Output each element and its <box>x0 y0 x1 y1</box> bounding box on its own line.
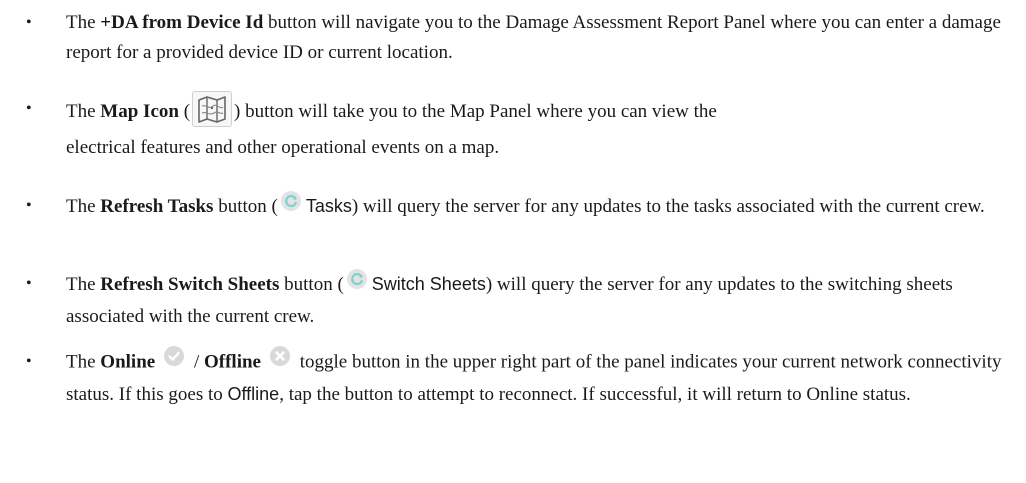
bullet-text: The Map Icon ( ) button will take you to… <box>66 90 1016 166</box>
bullet-symbol: • <box>26 197 32 214</box>
bold-term: Map Icon <box>100 101 179 122</box>
bold-term: Refresh Switch Sheets <box>100 274 280 295</box>
bullet-symbol: • <box>26 100 32 117</box>
bullet-symbol: • <box>26 353 32 370</box>
bullet-text: The +DA from Device Id button will navig… <box>66 8 1016 68</box>
text-run: The <box>66 351 101 373</box>
offline-label: Offline <box>227 384 280 404</box>
text-run: ) button will take you to the Map Panel … <box>234 101 717 122</box>
bullet-text: The Online / Offline toggle button in th… <box>66 345 1016 410</box>
text-run: electrical features and other operationa… <box>66 137 500 158</box>
check-circle-icon <box>163 345 185 377</box>
text-run: ( <box>178 101 191 122</box>
text-run: ) will query the server for any updates … <box>351 196 985 217</box>
x-circle-icon <box>269 345 291 377</box>
bold-term: +DA from Device Id <box>100 12 264 33</box>
switch-sheets-label: Switch Sheets <box>371 274 486 294</box>
refresh-icon <box>346 268 368 300</box>
text-run: The <box>66 12 101 33</box>
map-icon <box>192 90 233 127</box>
text-run: / <box>189 351 204 373</box>
text-run: , tap the button to attempt to reconnect… <box>279 384 911 405</box>
bullet-symbol: • <box>26 14 32 31</box>
tasks-label: Tasks <box>305 196 352 216</box>
bullet-symbol: • <box>26 275 32 292</box>
bold-term-online: Online <box>100 351 156 373</box>
bold-term-offline: Offline <box>203 351 261 373</box>
text-run: The <box>66 274 101 295</box>
bold-term: Refresh Tasks <box>100 196 214 217</box>
text-run: The <box>66 101 101 122</box>
text-run: The <box>66 196 101 217</box>
refresh-icon <box>280 190 302 222</box>
text-run: button ( <box>213 196 278 217</box>
bullet-text: The Refresh Switch Sheets button ( Switc… <box>66 268 1016 332</box>
bullet-text: The Refresh Tasks button ( Tasks) will q… <box>66 190 1016 224</box>
text-run: button ( <box>279 274 344 295</box>
